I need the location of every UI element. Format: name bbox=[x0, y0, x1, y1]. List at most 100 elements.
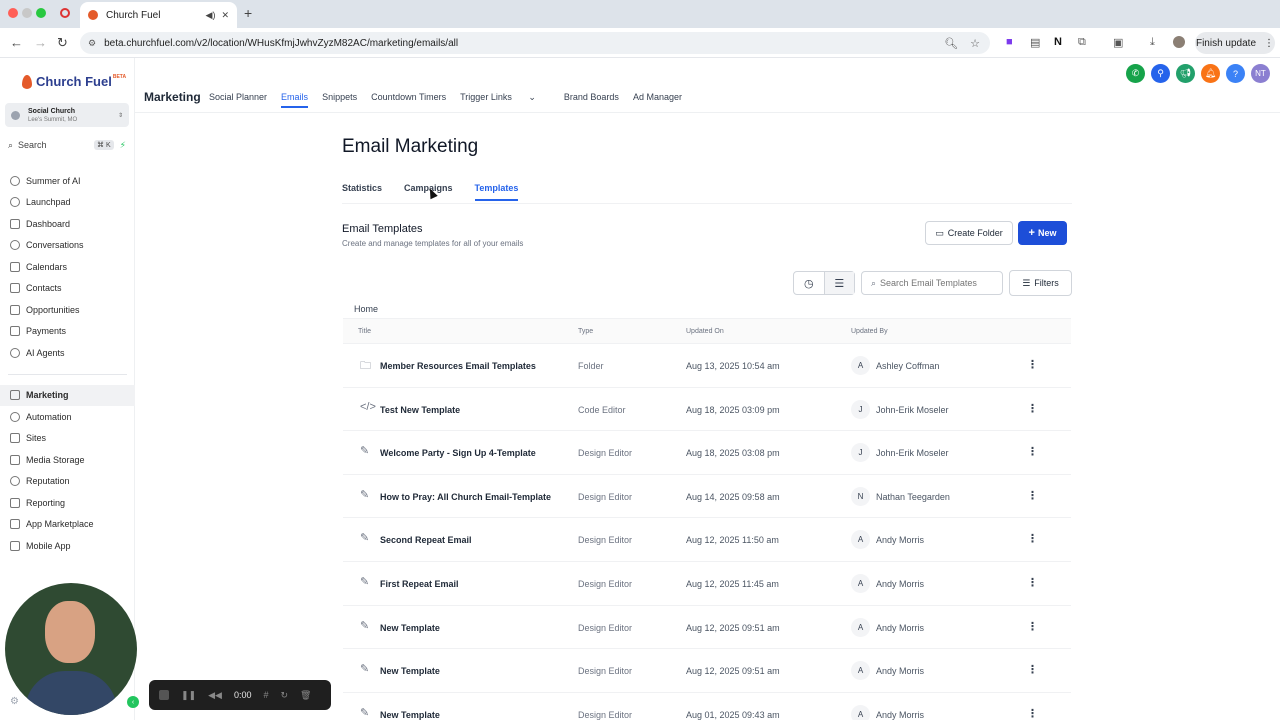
gear-icon[interactable]: ⚙ bbox=[10, 696, 19, 707]
site-info-icon[interactable]: ⚙ bbox=[88, 38, 96, 49]
row-title[interactable]: Welcome Party - Sign Up 4-Template bbox=[380, 448, 536, 458]
reload-icon[interactable]: ↻ bbox=[57, 35, 68, 51]
nav-snippets[interactable]: Snippets bbox=[322, 92, 357, 108]
bell-icon[interactable]: 🔔︎ bbox=[1201, 64, 1220, 83]
more-vert-icon[interactable]: ⋮ bbox=[1027, 707, 1038, 720]
more-vert-icon[interactable]: ⋮ bbox=[1027, 663, 1038, 676]
row-title[interactable]: Test New Template bbox=[380, 405, 460, 415]
column-updated-by[interactable]: Updated By bbox=[851, 328, 888, 335]
sidebar-item-summer-of-ai[interactable]: Summer of AI bbox=[0, 170, 135, 192]
row-title[interactable]: Second Repeat Email bbox=[380, 535, 472, 545]
sidebar-item-reporting[interactable]: Reporting bbox=[0, 492, 135, 514]
sidebar-item-dashboard[interactable]: Dashboard bbox=[0, 213, 135, 235]
create-folder-button[interactable]: ▭ Create Folder bbox=[925, 221, 1013, 245]
table-row[interactable]: ✎ How to Pray: All Church Email-Template… bbox=[343, 475, 1071, 519]
clock-icon[interactable]: ◷ bbox=[794, 272, 824, 294]
nav-social-planner[interactable]: Social Planner bbox=[209, 92, 267, 108]
url-bar[interactable]: ⚙ beta.churchfuel.com/v2/location/WHusKf… bbox=[80, 32, 990, 54]
back-icon[interactable]: ← bbox=[10, 35, 23, 50]
more-vert-icon[interactable]: ⋮ bbox=[1027, 358, 1038, 371]
trash-icon[interactable]: 🗑︎ bbox=[300, 690, 311, 701]
table-row[interactable]: ✎ New Template Design Editor Aug 12, 202… bbox=[343, 649, 1071, 693]
rewind-icon[interactable]: ◀◀ bbox=[208, 690, 222, 701]
row-title[interactable]: How to Pray: All Church Email-Template bbox=[380, 492, 551, 502]
row-title[interactable]: Member Resources Email Templates bbox=[380, 361, 536, 371]
browser-tab[interactable]: Church Fuel ◀) ✕ bbox=[80, 2, 237, 28]
tab-templates[interactable]: Templates bbox=[474, 183, 519, 201]
search-input[interactable] bbox=[880, 278, 999, 288]
logo[interactable]: Church Fuel BETA bbox=[22, 74, 126, 89]
megaphone-icon[interactable]: 📢︎ bbox=[1176, 64, 1195, 83]
row-title[interactable]: New Template bbox=[380, 623, 440, 633]
grid-icon[interactable]: # bbox=[263, 690, 268, 700]
template-search[interactable]: ⌕ bbox=[861, 271, 1003, 295]
sidebar-item-media-storage[interactable]: Media Storage bbox=[0, 449, 135, 471]
link-icon[interactable]: ⚲ bbox=[1151, 64, 1170, 83]
tab-search-icon[interactable]: ▣ bbox=[1113, 36, 1123, 49]
column-title[interactable]: Title bbox=[358, 328, 371, 335]
speaker-icon[interactable]: ◀) bbox=[206, 10, 216, 21]
breadcrumb[interactable]: Home bbox=[354, 304, 378, 314]
zoom-icon[interactable]: 🔍︎ bbox=[944, 37, 958, 50]
nav-trigger-links[interactable]: Trigger Links ⌄ bbox=[460, 92, 550, 108]
table-row[interactable]: </> Test New Template Code Editor Aug 18… bbox=[343, 388, 1071, 432]
profile-avatar[interactable] bbox=[1173, 36, 1185, 48]
extension-icon[interactable]: ■ bbox=[1006, 36, 1013, 48]
table-row[interactable]: ✎ Welcome Party - Sign Up 4-Template Des… bbox=[343, 431, 1071, 475]
sidebar-item-sites[interactable]: Sites bbox=[0, 428, 135, 450]
table-row[interactable]: 🗀︎ Member Resources Email Templates Fold… bbox=[343, 344, 1071, 388]
sidebar-item-automation[interactable]: Automation bbox=[0, 406, 135, 428]
filters-button[interactable]: ☰ Filters bbox=[1009, 270, 1072, 296]
notion-extension-icon[interactable]: N bbox=[1054, 36, 1062, 48]
list-view-icon[interactable]: ☰ bbox=[823, 272, 854, 294]
more-vert-icon[interactable]: ⋮ bbox=[1027, 532, 1038, 545]
maximize-window-button[interactable] bbox=[36, 8, 46, 18]
minimize-window-button[interactable] bbox=[22, 8, 32, 18]
extensions-puzzle-icon[interactable]: ⧉ bbox=[1078, 36, 1086, 49]
more-vert-icon[interactable]: ⋮ bbox=[1027, 620, 1038, 633]
table-row[interactable]: ✎ First Repeat Email Design Editor Aug 1… bbox=[343, 562, 1071, 606]
more-vert-icon[interactable]: ⋮ bbox=[1027, 445, 1038, 458]
user-avatar[interactable]: NT bbox=[1251, 64, 1270, 83]
download-icon[interactable]: ⤓ bbox=[1150, 36, 1155, 49]
table-row[interactable]: ✎ Second Repeat Email Design Editor Aug … bbox=[343, 518, 1071, 562]
sidebar-item-calendars[interactable]: Calendars bbox=[0, 256, 135, 278]
finish-update-button[interactable]: Finish update ⋮ bbox=[1195, 32, 1275, 54]
sidebar-item-payments[interactable]: Payments bbox=[0, 321, 135, 343]
sidebar-item-ai-agents[interactable]: AI Agents bbox=[0, 342, 135, 364]
forward-icon[interactable]: → bbox=[34, 35, 47, 50]
extension-icon[interactable]: ▤ bbox=[1030, 36, 1040, 49]
nav-brand-boards[interactable]: Brand Boards bbox=[564, 92, 619, 108]
account-switcher[interactable]: Social Church Lee's Summit, MO ⇕ bbox=[5, 103, 129, 127]
pause-icon[interactable]: ❚❚ bbox=[181, 690, 196, 701]
help-icon[interactable]: ? bbox=[1226, 64, 1245, 83]
close-tab-icon[interactable]: ✕ bbox=[221, 10, 229, 21]
more-vert-icon[interactable]: ⋮ bbox=[1027, 402, 1038, 415]
sidebar-search[interactable]: ⌕ Search ⌘ K ⚡ bbox=[8, 138, 126, 152]
nav-emails[interactable]: Emails bbox=[281, 92, 309, 108]
quick-action-icon[interactable]: ⚡ bbox=[120, 140, 126, 151]
close-window-button[interactable] bbox=[8, 8, 18, 18]
sidebar-item-marketing[interactable]: Marketing bbox=[0, 384, 135, 406]
table-row[interactable]: ✎ New Template Design Editor Aug 01, 202… bbox=[343, 693, 1071, 720]
nav-countdown-timers[interactable]: Countdown Timers bbox=[371, 92, 446, 108]
more-vert-icon[interactable]: ⋮ bbox=[1264, 38, 1274, 49]
sidebar-item-mobile-app[interactable]: Mobile App bbox=[0, 535, 135, 557]
new-template-button[interactable]: + New bbox=[1018, 221, 1067, 245]
new-tab-button[interactable]: + bbox=[244, 5, 252, 21]
tab-statistics[interactable]: Statistics bbox=[342, 183, 382, 201]
sidebar-item-launchpad[interactable]: Launchpad bbox=[0, 192, 135, 214]
sidebar-item-app-marketplace[interactable]: App Marketplace bbox=[0, 514, 135, 536]
row-title[interactable]: First Repeat Email bbox=[380, 579, 459, 589]
bookmark-star-icon[interactable]: ☆ bbox=[970, 37, 980, 50]
more-vert-icon[interactable]: ⋮ bbox=[1027, 576, 1038, 589]
sidebar-item-contacts[interactable]: Contacts bbox=[0, 278, 135, 300]
nav-ad-manager[interactable]: Ad Manager bbox=[633, 92, 682, 108]
restart-icon[interactable]: ↻ bbox=[280, 690, 288, 701]
sidebar-item-conversations[interactable]: Conversations bbox=[0, 235, 135, 257]
stop-record-icon[interactable] bbox=[159, 690, 169, 700]
column-type[interactable]: Type bbox=[578, 328, 593, 335]
row-title[interactable]: New Template bbox=[380, 666, 440, 676]
row-title[interactable]: New Template bbox=[380, 710, 440, 720]
table-row[interactable]: ✎ New Template Design Editor Aug 12, 202… bbox=[343, 606, 1071, 650]
